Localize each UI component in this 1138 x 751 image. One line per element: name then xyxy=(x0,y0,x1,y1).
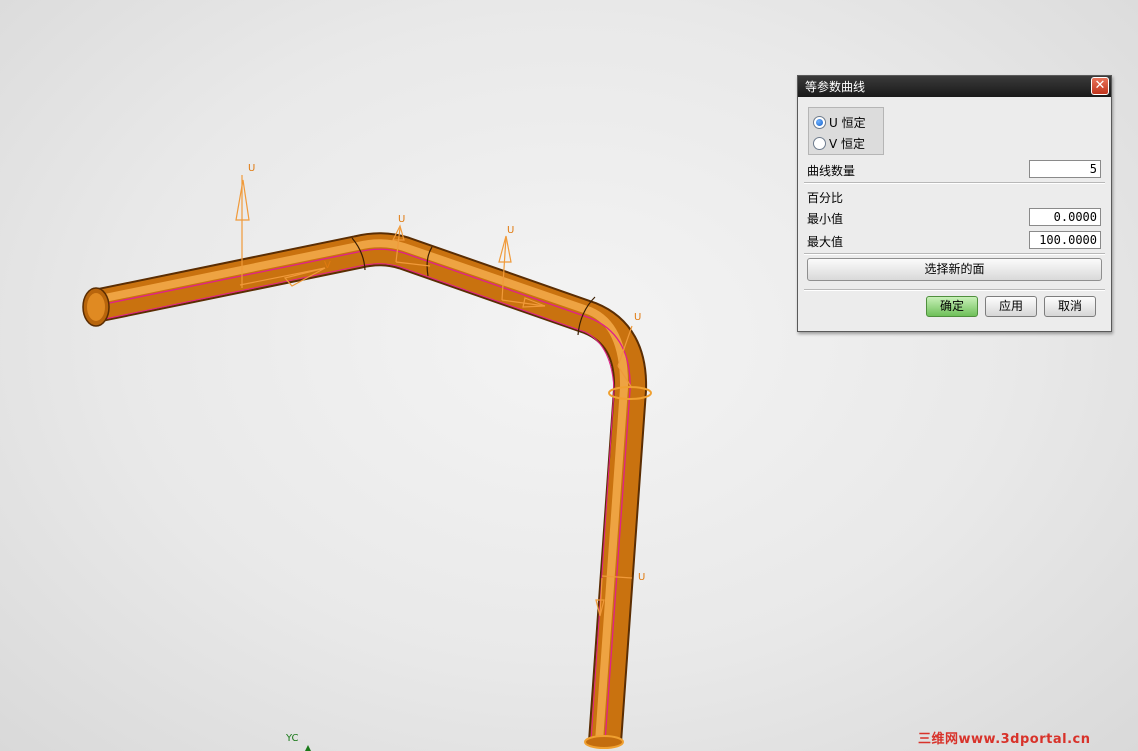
radio-u-button[interactable] xyxy=(813,116,826,129)
radio-u-constant[interactable]: U 恒定 xyxy=(813,114,866,131)
max-value-label: 最大值 xyxy=(807,235,844,249)
ok-button[interactable]: 确定 xyxy=(926,296,978,317)
dialog-title: 等参数曲线 xyxy=(805,80,866,94)
iso-curve-2 xyxy=(99,263,615,743)
pipe-outline xyxy=(91,232,648,744)
axis-u-label-3: U xyxy=(507,225,515,236)
separator xyxy=(804,182,1105,184)
cancel-button[interactable]: 取消 xyxy=(1044,296,1096,317)
radio-v-label: V 恒定 xyxy=(829,137,866,151)
triad-yc-label: YC xyxy=(286,733,299,744)
separator-3 xyxy=(804,289,1105,291)
curve-count-input[interactable]: 5 xyxy=(1029,160,1101,178)
max-value-input[interactable]: 100.0000 xyxy=(1029,231,1101,249)
percent-label: 百分比 xyxy=(807,191,844,205)
axis-v-label: V xyxy=(324,260,331,271)
radio-v-constant[interactable]: V 恒定 xyxy=(813,135,865,152)
iso-curve xyxy=(94,248,631,743)
pipe-end-left-inner xyxy=(87,293,105,321)
pipe-end-bottom xyxy=(584,735,624,749)
direction-radio-group: U 恒定 V 恒定 xyxy=(808,107,884,155)
curve-count-label: 曲线数量 xyxy=(807,164,856,178)
watermark: 三维网www.3dportal.cn xyxy=(918,732,1091,747)
axis-u-label: U xyxy=(248,163,256,174)
dialog-titlebar[interactable]: 等参数曲线 ✕ xyxy=(798,76,1111,97)
radio-v-button[interactable] xyxy=(813,137,826,150)
min-value-input[interactable]: 0.0000 xyxy=(1029,208,1101,226)
triad-arrow xyxy=(305,745,311,751)
axis-u-label-4: U xyxy=(634,312,642,323)
axis-u-label-2: U xyxy=(398,214,406,225)
close-icon[interactable]: ✕ xyxy=(1091,77,1109,95)
separator-2 xyxy=(804,253,1105,255)
radio-u-label: U 恒定 xyxy=(829,116,866,130)
pipe-body xyxy=(91,234,646,744)
apply-button[interactable]: 应用 xyxy=(985,296,1037,317)
axis-u-label-5: U xyxy=(638,572,646,583)
select-new-face-button[interactable]: 选择新的面 xyxy=(807,258,1102,281)
uv-vectors xyxy=(235,175,633,617)
isoparametric-curve-dialog: 等参数曲线 ✕ U 恒定 V 恒定 曲线数量 5 百分比 最小值 0.0000 … xyxy=(797,75,1112,332)
min-value-label: 最小值 xyxy=(807,212,844,226)
